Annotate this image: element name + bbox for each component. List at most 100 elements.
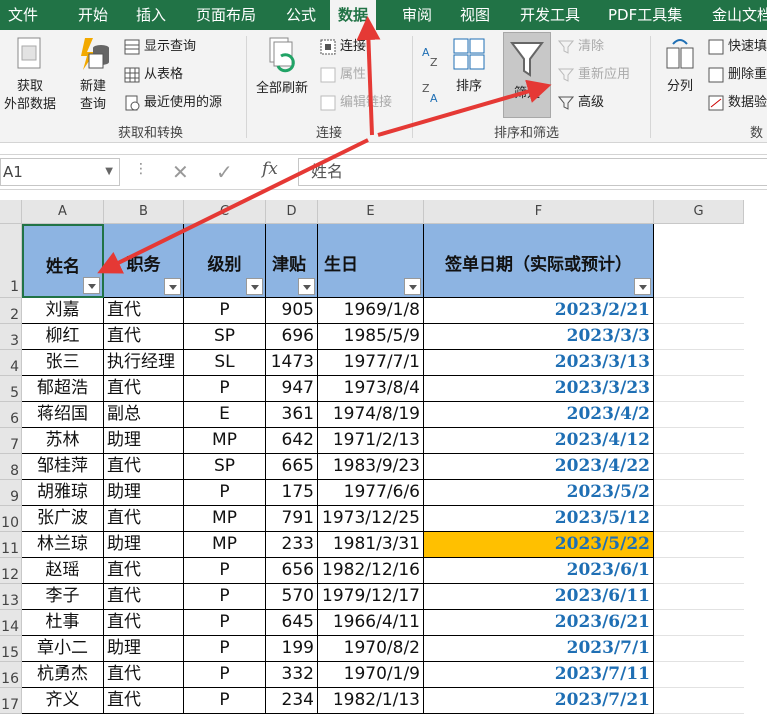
cell-name[interactable]: 赵瑶: [22, 558, 104, 584]
cell-allowance[interactable]: 361: [266, 402, 318, 428]
cell-sign_date[interactable]: 2023/3/3: [424, 324, 654, 350]
row-header[interactable]: 9: [0, 480, 22, 506]
tab-8[interactable]: 开发工具: [512, 0, 588, 30]
row-header[interactable]: 12: [0, 558, 22, 584]
cell-name[interactable]: 胡雅琼: [22, 480, 104, 506]
cell-allowance[interactable]: 791: [266, 506, 318, 532]
cell-birthday[interactable]: 1977/6/6: [318, 480, 424, 506]
column-header-D[interactable]: D: [266, 200, 318, 224]
header-cell-role[interactable]: 职务: [104, 224, 184, 298]
cell-level[interactable]: P: [184, 662, 266, 688]
cell-level[interactable]: P: [184, 298, 266, 324]
cell-allowance[interactable]: 656: [266, 558, 318, 584]
cell-empty[interactable]: [654, 662, 744, 688]
cell-empty[interactable]: [654, 428, 744, 454]
tab-3[interactable]: 页面布局: [188, 0, 264, 30]
cell-birthday[interactable]: 1982/1/13: [318, 688, 424, 714]
recent-sources-button[interactable]: 最近使用的源: [124, 92, 222, 114]
cell-sign_date[interactable]: 2023/7/21: [424, 688, 654, 714]
row-header[interactable]: 10: [0, 506, 22, 532]
tab-5[interactable]: 数据: [330, 0, 377, 30]
cell-level[interactable]: P: [184, 480, 266, 506]
filter-dropdown-icon[interactable]: [164, 278, 181, 295]
header-cell-allowance[interactable]: 津贴: [266, 224, 318, 298]
cell-empty[interactable]: [654, 532, 744, 558]
cell-allowance[interactable]: 1473: [266, 350, 318, 376]
cell-name[interactable]: 苏林: [22, 428, 104, 454]
row-header[interactable]: 11: [0, 532, 22, 558]
cell-empty[interactable]: [654, 376, 744, 402]
cancel-entry-icon[interactable]: ✕: [172, 160, 189, 184]
cell-name[interactable]: 林兰琼: [22, 532, 104, 558]
cell-sign_date[interactable]: 2023/6/11: [424, 584, 654, 610]
cell-empty[interactable]: [654, 350, 744, 376]
row-header[interactable]: 6: [0, 402, 22, 428]
cell-name[interactable]: 刘嘉: [22, 298, 104, 324]
select-all-corner[interactable]: [0, 200, 22, 224]
cell-allowance[interactable]: 642: [266, 428, 318, 454]
cell-birthday[interactable]: 1969/1/8: [318, 298, 424, 324]
cell-birthday[interactable]: 1982/12/16: [318, 558, 424, 584]
filter-button[interactable]: 筛选: [503, 32, 551, 118]
cell-level[interactable]: E: [184, 402, 266, 428]
cell-birthday[interactable]: 1973/12/25: [318, 506, 424, 532]
cell-birthday[interactable]: 1974/8/19: [318, 402, 424, 428]
sort-button[interactable]: 排序: [448, 36, 490, 96]
row-header[interactable]: 8: [0, 454, 22, 480]
row-header[interactable]: 4: [0, 350, 22, 376]
cell-name[interactable]: 杭勇杰: [22, 662, 104, 688]
cell-allowance[interactable]: 332: [266, 662, 318, 688]
row-header[interactable]: 14: [0, 610, 22, 636]
cell-role[interactable]: 副总: [104, 402, 184, 428]
column-header-A[interactable]: A: [22, 200, 104, 224]
cell-role[interactable]: 直代: [104, 688, 184, 714]
cell-sign_date[interactable]: 2023/7/1: [424, 636, 654, 662]
header-cell-level[interactable]: 级别: [184, 224, 266, 298]
edit-links-button[interactable]: 编辑链接: [320, 92, 392, 114]
cell-name[interactable]: 柳红: [22, 324, 104, 350]
cell-birthday[interactable]: 1981/3/31: [318, 532, 424, 558]
cell-allowance[interactable]: 696: [266, 324, 318, 350]
cell-empty[interactable]: [654, 688, 744, 714]
cell-empty[interactable]: [654, 480, 744, 506]
cell-role[interactable]: 助理: [104, 428, 184, 454]
cell-sign_date[interactable]: 2023/6/1: [424, 558, 654, 584]
cell-name[interactable]: 张广波: [22, 506, 104, 532]
from-table-button[interactable]: 从表格: [124, 64, 183, 86]
cell-allowance[interactable]: 645: [266, 610, 318, 636]
cell-empty[interactable]: [654, 224, 744, 298]
cell-birthday[interactable]: 1985/5/9: [318, 324, 424, 350]
tab-4[interactable]: 公式: [278, 0, 324, 30]
cell-name[interactable]: 张三: [22, 350, 104, 376]
cell-role[interactable]: 助理: [104, 532, 184, 558]
cell-allowance[interactable]: 947: [266, 376, 318, 402]
cell-level[interactable]: P: [184, 376, 266, 402]
reapply-button[interactable]: 重新应用: [558, 64, 630, 86]
cell-name[interactable]: 蒋绍国: [22, 402, 104, 428]
cell-empty[interactable]: [654, 402, 744, 428]
cell-sign_date[interactable]: 2023/5/22: [424, 532, 654, 558]
refresh-all-button[interactable]: 全部刷新: [252, 36, 312, 98]
cell-role[interactable]: 直代: [104, 298, 184, 324]
cell-level[interactable]: SL: [184, 350, 266, 376]
insert-function-icon[interactable]: fx: [262, 159, 278, 179]
cell-role[interactable]: 直代: [104, 506, 184, 532]
properties-button[interactable]: 属性: [320, 64, 366, 86]
tab-9[interactable]: PDF工具集: [600, 0, 690, 30]
row-header[interactable]: 3: [0, 324, 22, 350]
tab-2[interactable]: 插入: [128, 0, 174, 30]
row-header[interactable]: 1: [0, 224, 22, 298]
cell-sign_date[interactable]: 2023/3/13: [424, 350, 654, 376]
cell-level[interactable]: MP: [184, 428, 266, 454]
data-validation-button[interactable]: 数据验: [708, 92, 767, 114]
advanced-filter-button[interactable]: 高级: [558, 92, 604, 114]
cell-birthday[interactable]: 1970/1/9: [318, 662, 424, 688]
cell-birthday[interactable]: 1973/8/4: [318, 376, 424, 402]
cell-sign_date[interactable]: 2023/4/22: [424, 454, 654, 480]
cell-sign_date[interactable]: 2023/4/2: [424, 402, 654, 428]
cell-role[interactable]: 直代: [104, 376, 184, 402]
cell-empty[interactable]: [654, 636, 744, 662]
cell-name[interactable]: 李子: [22, 584, 104, 610]
clear-filter-button[interactable]: 清除: [558, 36, 604, 58]
cell-level[interactable]: P: [184, 610, 266, 636]
